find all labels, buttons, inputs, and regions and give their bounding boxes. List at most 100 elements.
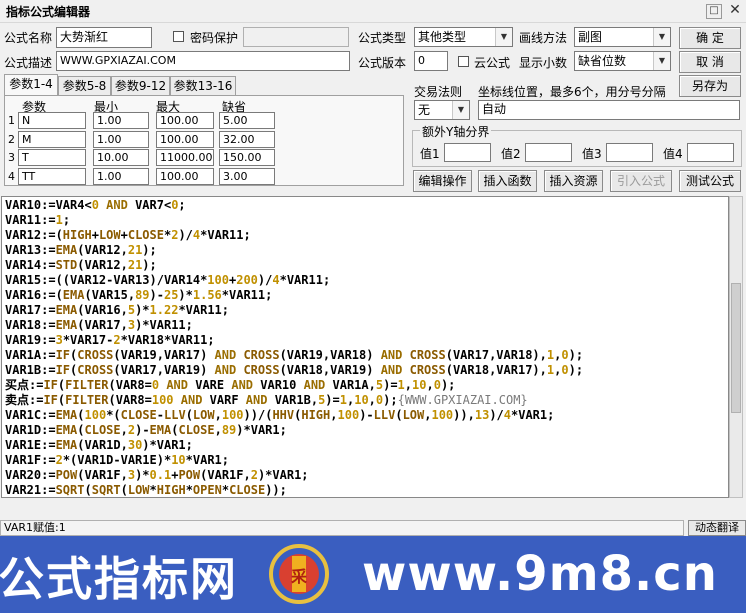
editor-vertical-scrollbar[interactable]: [729, 196, 743, 498]
code-editor[interactable]: VAR10:=VAR4<0 AND VAR7<0; VAR11:=1; VAR12:…: [1, 196, 729, 498]
import-formula-button[interactable]: 引入公式: [610, 170, 672, 192]
code-token: IF: [55, 363, 71, 377]
code-token: )*: [135, 303, 150, 317]
scrollbar-thumb[interactable]: [731, 283, 741, 413]
maximize-icon[interactable]: □: [706, 4, 722, 19]
formula-desc-input[interactable]: WWW.GPXIAZAI.COM: [56, 51, 350, 71]
code-token: (VAR8=: [108, 393, 152, 407]
code-token: 13: [474, 408, 490, 422]
code-token: +: [120, 228, 128, 242]
insert-function-button[interactable]: 插入函数: [478, 170, 537, 192]
trade-rule-select[interactable]: 无 ▼: [414, 100, 470, 120]
code-token: 21: [127, 243, 143, 257]
ok-button[interactable]: 确 定: [679, 27, 741, 49]
code-token: 0: [561, 363, 569, 377]
formula-type-label: 公式类型: [358, 31, 407, 45]
tab-params-1-4[interactable]: 参数1-4: [4, 74, 58, 95]
edit-operation-button[interactable]: 编辑操作: [413, 170, 472, 192]
param-default-input[interactable]: 5.00: [219, 112, 275, 129]
yaxis-value4-input[interactable]: [687, 143, 734, 162]
code-token: )*VAR11;: [135, 318, 193, 332]
code-token: 3: [127, 318, 136, 332]
dropdown-arrow-icon: ▼: [653, 52, 670, 70]
draw-method-select[interactable]: 副图 ▼: [574, 27, 671, 47]
password-checkbox[interactable]: [173, 31, 184, 42]
code-token: CROSS: [77, 348, 114, 362]
code-token: *VAR11;: [279, 273, 331, 287]
code-token: (: [84, 483, 92, 497]
param-default-input[interactable]: 150.00: [219, 149, 275, 166]
code-token: )),: [453, 408, 475, 422]
param-max-input[interactable]: 100.00: [156, 131, 214, 148]
draw-method-label: 画线方法: [519, 31, 568, 45]
code-token: EMA: [55, 303, 78, 317]
code-token: 5: [375, 378, 384, 392]
param-name-input[interactable]: N: [18, 112, 86, 129]
tab-params-13-16[interactable]: 参数13-16: [170, 76, 236, 95]
code-line: VAR15:=((VAR12-VAR13)/VAR14*100+200)/4*V…: [5, 273, 330, 288]
code-token: 0: [151, 378, 160, 392]
yaxis-value3-input[interactable]: [606, 143, 653, 162]
password-input[interactable]: [243, 27, 349, 47]
tab-params-5-8[interactable]: 参数5-8: [58, 76, 111, 95]
code-token: *: [221, 483, 230, 497]
tab-params-9-12[interactable]: 参数9-12: [111, 76, 170, 95]
code-token: (VAR12,: [77, 258, 128, 272]
yaxis-value1-input[interactable]: [444, 143, 491, 162]
coord-lines-input[interactable]: 自动: [478, 100, 740, 120]
param-min-input[interactable]: 1.00: [93, 131, 149, 148]
param-name-input[interactable]: TT: [18, 168, 86, 185]
code-token: LOW: [192, 408, 215, 422]
code-token: (VAR1F,: [77, 468, 128, 482]
save-as-button[interactable]: 另存为: [679, 75, 741, 97]
insert-resource-button[interactable]: 插入资源: [544, 170, 603, 192]
formula-type-select[interactable]: 其他类型 ▼: [414, 27, 513, 47]
formula-version-input[interactable]: 0: [414, 51, 448, 71]
test-formula-button[interactable]: 测试公式: [679, 170, 741, 192]
code-token: ,: [120, 423, 128, 437]
param-max-input[interactable]: 100.00: [156, 168, 214, 185]
code-line: VAR20:=POW(VAR1F,3)*0.1+POW(VAR1F,2)*VAR…: [5, 468, 309, 483]
param-min-input[interactable]: 1.00: [93, 168, 149, 185]
code-token: CLOSE: [178, 423, 215, 437]
cloud-formula-checkbox[interactable]: [458, 56, 469, 67]
code-token: (: [77, 423, 85, 437]
param-min-input[interactable]: 1.00: [93, 112, 149, 129]
logo-char: 采: [290, 567, 307, 586]
param-default-input[interactable]: 32.00: [219, 131, 275, 148]
cancel-button[interactable]: 取 消: [679, 51, 741, 73]
param-row-number: 4: [8, 170, 15, 183]
window-title: 指标公式编辑器: [6, 5, 91, 19]
yaxis-value2-input[interactable]: [525, 143, 572, 162]
code-token: (VAR15,: [84, 288, 136, 302]
code-token: (VAR18,VAR19): [279, 363, 374, 377]
code-token: EMA: [55, 438, 78, 452]
param-max-input[interactable]: 100.00: [156, 112, 214, 129]
param-max-input[interactable]: 11000.00: [156, 149, 214, 166]
param-name-input[interactable]: M: [18, 131, 86, 148]
decimal-select[interactable]: 缺省位数 ▼: [574, 51, 671, 71]
param-default-input[interactable]: 3.00: [219, 168, 275, 185]
dropdown-arrow-icon: ▼: [495, 28, 512, 46]
code-token: VAR1A:=: [5, 348, 56, 362]
code-token: 10: [354, 393, 369, 407]
code-token: ;: [178, 198, 186, 212]
code-token: LLV: [164, 408, 186, 422]
code-token: ,: [214, 423, 222, 437]
code-token: *VAR1;: [185, 453, 229, 467]
code-token: CLOSE: [84, 423, 121, 437]
close-icon[interactable]: ✕: [726, 2, 744, 19]
code-token: SQRT: [55, 483, 85, 497]
param-row-number: 1: [8, 114, 15, 127]
code-line: VAR18:=EMA(VAR17,3)*VAR11;: [5, 318, 193, 333]
code-token: 4: [503, 408, 511, 422]
code-token: (VAR18,VAR17),: [445, 363, 547, 377]
dynamic-translate-button[interactable]: 动态翻译: [688, 520, 746, 536]
code-line: VAR16:=(EMA(VAR15,89)-25)*1.56*VAR11;: [5, 288, 272, 303]
show-decimal-label: 显示小数: [519, 56, 568, 70]
formula-name-input[interactable]: 大势渐红: [56, 27, 152, 48]
code-token: AND: [159, 378, 196, 392]
code-token: IF: [43, 393, 58, 407]
param-min-input[interactable]: 10.00: [93, 149, 149, 166]
param-name-input[interactable]: T: [18, 149, 86, 166]
